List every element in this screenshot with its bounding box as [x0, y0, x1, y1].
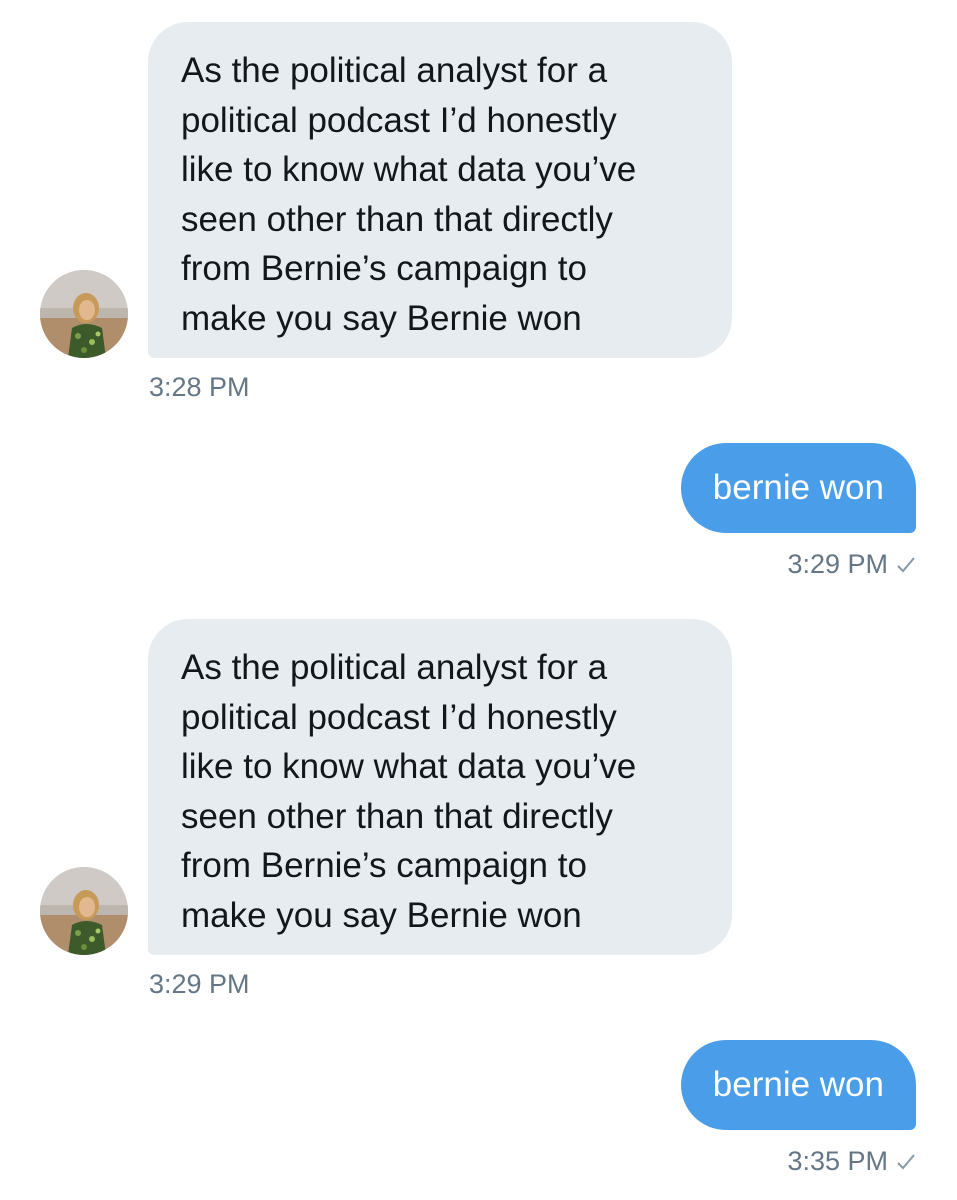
incoming-message-bubble[interactable]: As the political analyst for a political… [148, 22, 732, 358]
message-timestamp: 3:29 PM [149, 969, 250, 999]
avatar[interactable] [40, 867, 128, 955]
avatar-photo [40, 867, 128, 955]
avatar-photo [40, 270, 128, 358]
incoming-message-bubble[interactable]: As the political analyst for a political… [148, 619, 732, 955]
message-timestamp: 3:35 PM [787, 1146, 888, 1176]
outgoing-message-bubble[interactable]: bernie won [680, 1040, 916, 1130]
message-status: 3:35 PM [787, 1146, 916, 1177]
message-text: bernie won [712, 468, 884, 507]
message-text: bernie won [712, 1065, 884, 1104]
checkmark-icon [897, 556, 915, 572]
message-status: 3:29 PM [787, 549, 916, 580]
message-timestamp: 3:28 PM [149, 372, 250, 402]
message-text: As the political analyst for a political… [181, 648, 637, 935]
message-timestamp: 3:29 PM [787, 549, 888, 579]
checkmark-icon [897, 1153, 915, 1169]
message-text: As the political analyst for a political… [181, 51, 637, 338]
message-thread: As the political analyst for a political… [0, 0, 957, 1200]
outgoing-message-bubble[interactable]: bernie won [680, 443, 916, 533]
avatar[interactable] [40, 270, 128, 358]
